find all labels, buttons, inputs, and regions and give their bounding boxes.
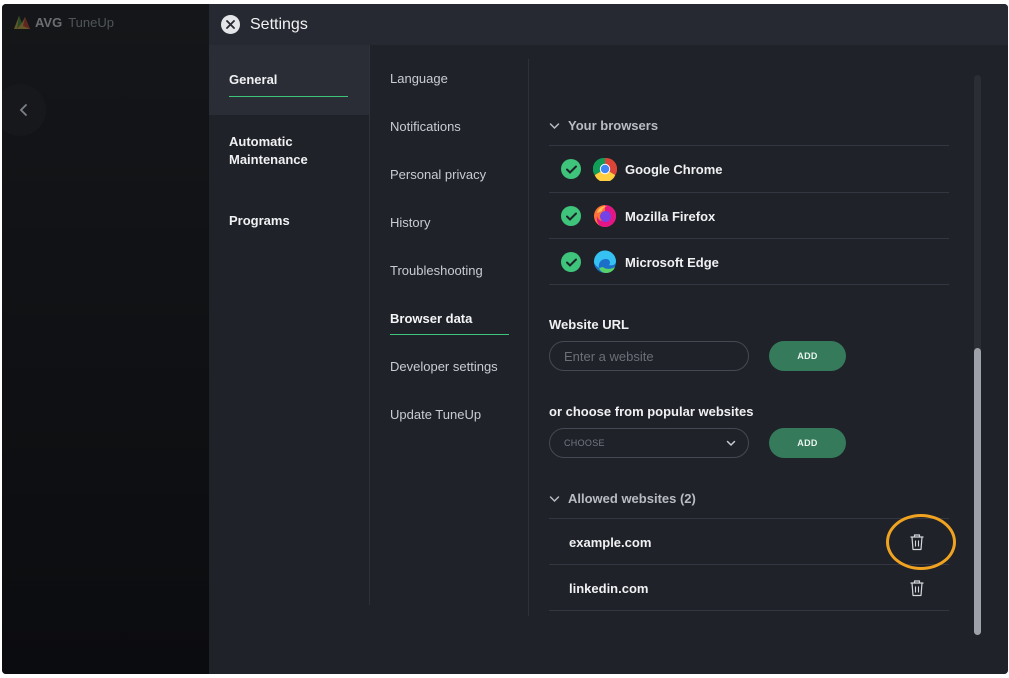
divider [549, 610, 949, 611]
divider [549, 284, 949, 285]
popular-websites-select[interactable]: CHOOSE [549, 428, 749, 458]
browser-row-chrome[interactable]: Google Chrome [549, 146, 949, 192]
allowed-websites-toggle[interactable]: Allowed websites (2) [549, 491, 696, 506]
app-brand: AVG [35, 14, 63, 30]
page-title: Settings [250, 15, 308, 33]
app-logo: AVG TuneUp [13, 14, 114, 30]
subnav-personal-privacy[interactable]: Personal privacy [390, 167, 486, 182]
chevron-down-icon [549, 122, 560, 129]
app-background: AVG TuneUp [2, 4, 209, 674]
secondary-nav: Language Notifications Personal privacy … [370, 45, 528, 605]
nav-automatic-maintenance[interactable]: Automatic Maintenance [209, 133, 339, 169]
edge-icon [593, 250, 616, 273]
highlight-annotation [886, 514, 956, 570]
check-icon [561, 252, 581, 272]
subnav-history[interactable]: History [390, 215, 430, 230]
subnav-active-underline [390, 334, 509, 335]
website-url-input[interactable] [549, 341, 749, 371]
subnav-language[interactable]: Language [390, 71, 448, 86]
app-window: AVG TuneUp Settings General Automatic Ma… [2, 4, 1008, 674]
website-url-label: Website URL [549, 317, 629, 332]
browser-row-edge[interactable]: Microsoft Edge [549, 239, 949, 285]
close-settings-button[interactable] [221, 15, 240, 34]
add-website-button[interactable]: ADD [769, 341, 846, 371]
subnav-browser-data[interactable]: Browser data [390, 311, 472, 326]
allowed-websites-heading: Allowed websites (2) [568, 491, 696, 506]
nav-general-label: General [229, 72, 278, 87]
subnav-update-tuneup[interactable]: Update TuneUp [390, 407, 481, 422]
check-icon [561, 206, 581, 226]
settings-titlebar: Settings [209, 4, 1008, 45]
delete-site-button[interactable] [907, 578, 927, 598]
subnav-developer-settings[interactable]: Developer settings [390, 359, 498, 374]
chevron-down-icon [549, 495, 560, 502]
content-divider [528, 59, 529, 616]
close-icon [226, 20, 235, 29]
allowed-site-name: linkedin.com [569, 580, 649, 596]
back-button[interactable] [2, 84, 46, 136]
scrollbar-track[interactable] [974, 75, 981, 635]
chrome-icon [593, 157, 617, 181]
chevron-left-icon [19, 104, 27, 116]
avg-logo-icon [14, 16, 30, 29]
popular-websites-label: or choose from popular websites [549, 404, 754, 419]
allowed-site-name: example.com [569, 534, 652, 550]
trash-icon [910, 580, 924, 597]
active-underline [229, 96, 348, 97]
add-popular-website-button[interactable]: ADD [769, 428, 846, 458]
select-value: CHOOSE [564, 438, 605, 448]
nav-programs[interactable]: Programs [209, 212, 369, 230]
subnav-troubleshooting[interactable]: Troubleshooting [390, 263, 483, 278]
your-browsers-toggle[interactable]: Your browsers [549, 118, 658, 133]
nav-programs-label: Programs [229, 213, 290, 228]
settings-panel: Settings General Automatic Maintenance P… [209, 4, 1008, 674]
scrollbar-thumb[interactable] [974, 348, 981, 635]
firefox-icon [594, 205, 616, 227]
nav-automatic-maintenance-label: Automatic Maintenance [229, 134, 308, 167]
browser-row-firefox[interactable]: Mozilla Firefox [549, 193, 949, 239]
primary-nav: General Automatic Maintenance Programs [209, 45, 369, 605]
app-product-name: TuneUp [68, 14, 114, 30]
browser-name: Google Chrome [625, 161, 723, 177]
browser-name: Microsoft Edge [625, 254, 719, 270]
nav-general[interactable]: General [209, 45, 369, 115]
check-icon [561, 159, 581, 179]
browser-name: Mozilla Firefox [625, 208, 716, 224]
your-browsers-heading: Your browsers [568, 118, 659, 133]
allowed-site-row: linkedin.com [549, 565, 949, 611]
chevron-down-icon [726, 440, 736, 446]
subnav-notifications[interactable]: Notifications [390, 119, 461, 134]
